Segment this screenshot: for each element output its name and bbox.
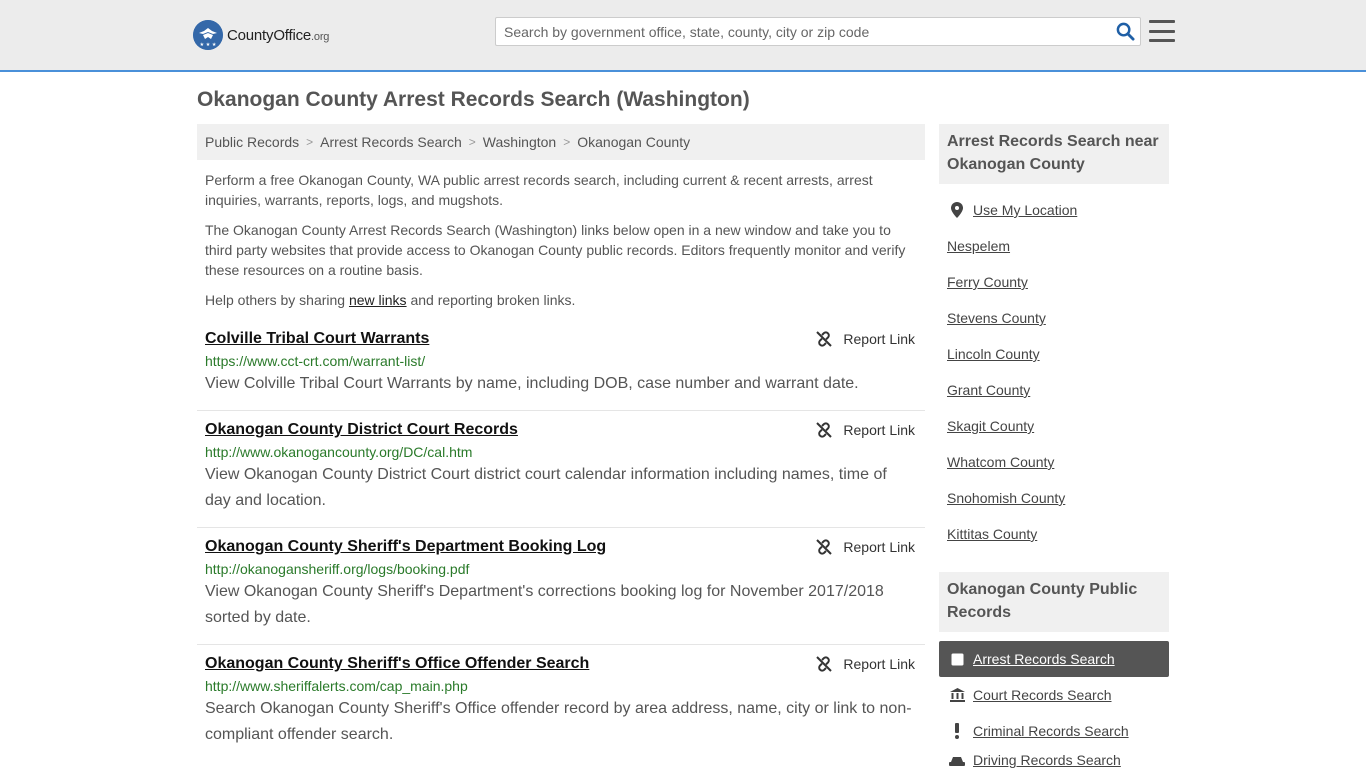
result-title-link[interactable]: Okanogan County Sheriff's Office Offende…	[205, 655, 589, 673]
exclamation-icon	[949, 723, 965, 739]
svg-text:★ ★ ★: ★ ★ ★	[200, 42, 217, 48]
report-link-button[interactable]: Report Link	[815, 655, 915, 673]
result-url: http://www.okanogancounty.org/DC/cal.htm	[205, 444, 473, 460]
sidebar-item-arrest-records[interactable]: Arrest Records Search	[939, 641, 1169, 677]
nearby-link-skagit-county[interactable]: Skagit County	[947, 418, 1034, 434]
report-link-button[interactable]: Report Link	[815, 421, 915, 439]
public-records-heading: Okanogan County Public Records	[939, 572, 1169, 632]
result-item: Okanogan County Sheriff's Department Boo…	[197, 538, 925, 631]
result-title-link[interactable]: Okanogan County District Court Records	[205, 421, 518, 439]
courthouse-icon	[949, 688, 965, 702]
sidebar-item-court-records[interactable]: Court Records Search	[939, 677, 1169, 713]
share-paragraph: Help others by sharing new links and rep…	[205, 292, 576, 308]
sidebar-item-label[interactable]: Court Records Search	[973, 687, 1112, 703]
square-icon	[949, 653, 965, 666]
sidebar-item-label[interactable]: Driving Records Search	[973, 752, 1121, 768]
result-description: View Colville Tribal Court Warrants by n…	[205, 375, 859, 392]
result-divider	[197, 527, 925, 528]
logo-seal-icon: ★ ★ ★	[193, 20, 223, 50]
result-description: View Okanogan County Sheriff's Departmen…	[205, 583, 884, 626]
breadcrumb-washington[interactable]: Washington	[483, 134, 556, 150]
nearby-link-stevens-county[interactable]: Stevens County	[947, 310, 1046, 326]
disclaimer-paragraph: The Okanogan County Arrest Records Searc…	[205, 222, 906, 278]
result-title-link[interactable]: Okanogan County Sheriff's Department Boo…	[205, 538, 606, 556]
sidebar-item-label[interactable]: Criminal Records Search	[973, 723, 1129, 739]
map-marker-icon	[949, 202, 965, 218]
search-input[interactable]	[496, 18, 1110, 45]
result-description: View Okanogan County District Court dist…	[205, 466, 887, 509]
breadcrumb-separator: >	[563, 135, 571, 149]
result-url: https://www.cct-crt.com/warrant-list/	[205, 353, 426, 369]
breadcrumb-public-records[interactable]: Public Records	[205, 134, 299, 150]
new-links-link[interactable]: new links	[349, 292, 407, 308]
sidebar-item-criminal-records[interactable]: Criminal Records Search	[939, 713, 1169, 749]
nearby-link-snohomish-county[interactable]: Snohomish County	[947, 490, 1065, 506]
report-link-label: Report Link	[843, 656, 915, 672]
hamburger-menu-icon[interactable]	[1149, 18, 1175, 44]
breadcrumb: Public Records > Arrest Records Search >…	[197, 124, 925, 160]
nearby-link-kittitas-county[interactable]: Kittitas County	[947, 526, 1037, 542]
result-divider	[197, 644, 925, 645]
result-divider	[197, 410, 925, 411]
nearby-link-whatcom-county[interactable]: Whatcom County	[947, 454, 1054, 470]
search-icon[interactable]	[1110, 18, 1140, 45]
report-link-button[interactable]: Report Link	[815, 538, 915, 556]
logo-suffix: .org	[311, 30, 330, 43]
nearby-link-lincoln-county[interactable]: Lincoln County	[947, 346, 1040, 362]
breadcrumb-arrest-records[interactable]: Arrest Records Search	[320, 134, 462, 150]
intro-paragraph: Perform a free Okanogan County, WA publi…	[205, 172, 873, 208]
site-header: ★ ★ ★ CountyOffice.org	[0, 0, 1366, 72]
result-item: Colville Tribal Court Warrants Report Li…	[197, 330, 925, 397]
result-url: http://www.sheriffalerts.com/cap_main.ph…	[205, 678, 468, 694]
result-item: Okanogan County Sheriff's Office Offende…	[197, 655, 925, 748]
nearby-link-ferry-county[interactable]: Ferry County	[947, 274, 1028, 290]
sidebar-item-driving-records[interactable]: Driving Records Search	[939, 746, 1169, 768]
broken-link-icon	[816, 656, 833, 672]
broken-link-icon	[816, 422, 833, 438]
breadcrumb-separator: >	[468, 135, 476, 149]
report-link-label: Report Link	[843, 331, 915, 347]
car-icon	[949, 756, 965, 768]
use-my-location-link[interactable]: Use My Location	[973, 202, 1077, 218]
result-url: http://okanogansheriff.org/logs/booking.…	[205, 561, 470, 577]
broken-link-icon	[816, 539, 833, 555]
sidebar-item-label[interactable]: Arrest Records Search	[973, 651, 1115, 667]
breadcrumb-county[interactable]: Okanogan County	[577, 134, 690, 150]
broken-link-icon	[816, 331, 833, 347]
result-item: Okanogan County District Court Records R…	[197, 421, 925, 514]
report-link-label: Report Link	[843, 422, 915, 438]
report-link-label: Report Link	[843, 539, 915, 555]
search-bar	[495, 17, 1141, 46]
use-location-row: Use My Location	[939, 192, 1169, 228]
nearby-link-grant-county[interactable]: Grant County	[947, 382, 1030, 398]
result-title-link[interactable]: Colville Tribal Court Warrants	[205, 330, 429, 348]
nearby-link-nespelem[interactable]: Nespelem	[947, 238, 1010, 254]
result-description: Search Okanogan County Sheriff's Office …	[205, 700, 912, 743]
nearby-heading: Arrest Records Search near Okanogan Coun…	[939, 124, 1169, 184]
site-logo[interactable]: ★ ★ ★ CountyOffice.org	[193, 20, 329, 50]
page-title: Okanogan County Arrest Records Search (W…	[197, 88, 750, 111]
report-link-button[interactable]: Report Link	[815, 330, 915, 348]
breadcrumb-separator: >	[306, 135, 314, 149]
logo-text: CountyOffice	[227, 26, 312, 44]
